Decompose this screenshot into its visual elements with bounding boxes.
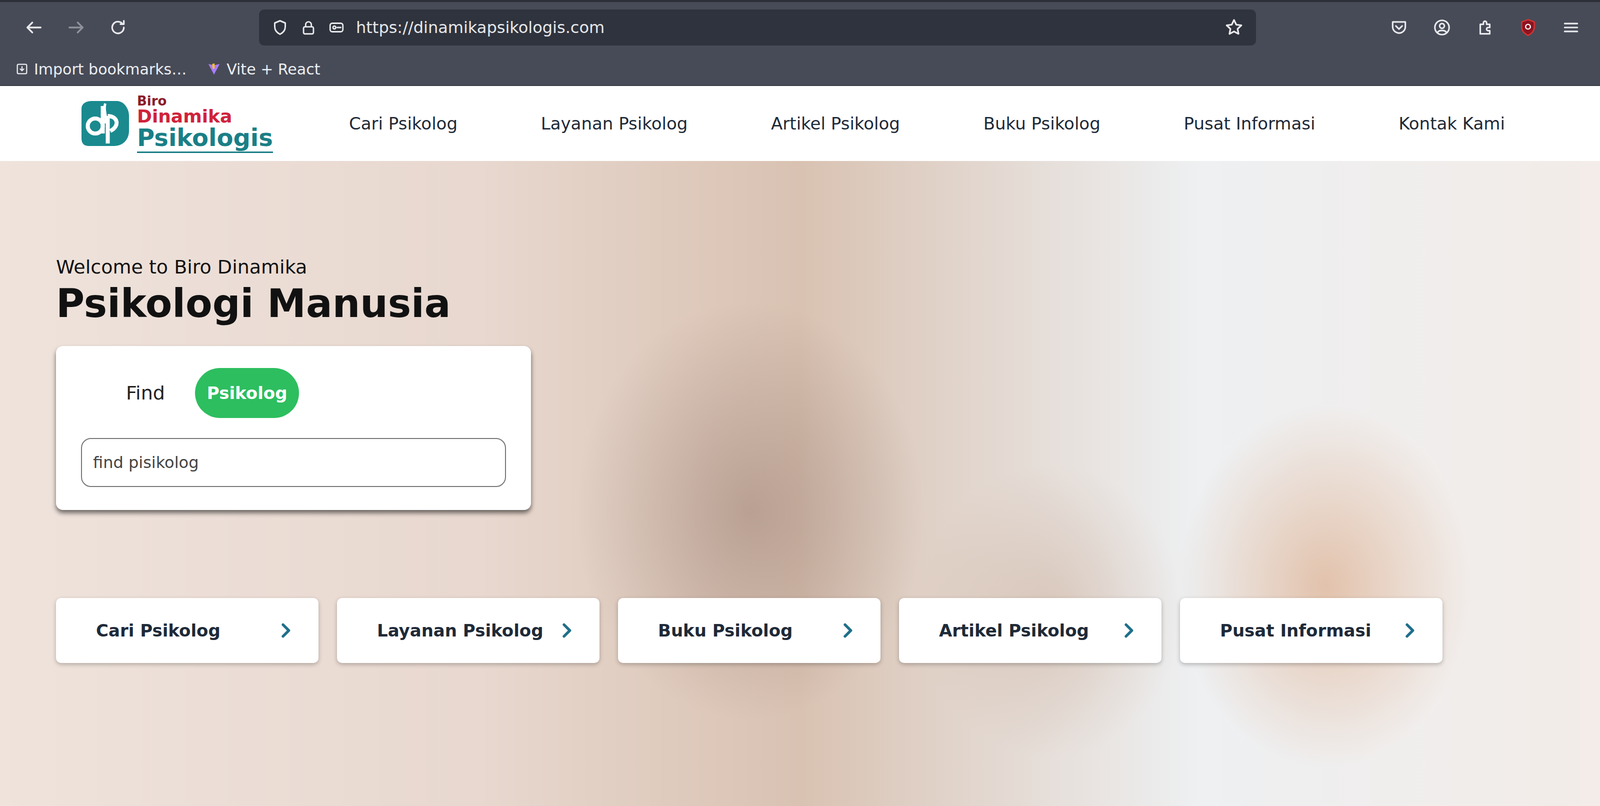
chevron-right-icon [1118, 620, 1139, 641]
logo-line: Biro [137, 94, 273, 108]
nav-item[interactable]: Pusat Informasi [1183, 113, 1315, 134]
quick-link-card[interactable]: Buku Psikolog [618, 598, 881, 663]
lock-icon [300, 19, 317, 36]
account-icon[interactable] [1426, 11, 1458, 44]
extensions-icon[interactable] [1469, 11, 1501, 44]
psikolog-tab[interactable]: Psikolog [195, 368, 300, 418]
quick-link-card[interactable]: Pusat Informasi [1180, 598, 1443, 663]
nav-item[interactable]: Layanan Psikolog [541, 113, 688, 134]
nav-item[interactable]: Buku Psikolog [983, 113, 1101, 134]
main-nav: Cari Psikolog Layanan Psikolog Artikel Psi… [349, 113, 1505, 134]
shield-icon [271, 18, 289, 37]
find-label: Find [126, 382, 165, 404]
chevron-right-icon [1399, 620, 1420, 641]
back-icon[interactable] [24, 17, 44, 38]
url-text: https://dinamikapsikologis.com [356, 18, 1213, 37]
site-logo[interactable]: BiroDinamikaPsikologis [74, 93, 279, 154]
search-card: Find Psikolog [56, 346, 531, 510]
reload-button[interactable] [102, 11, 134, 44]
site-header: BiroDinamikaPsikologis Cari Psikolog Layan… [0, 86, 1600, 161]
quick-link-card[interactable]: Layanan Psikolog [337, 598, 600, 663]
ublock-icon[interactable] [1512, 11, 1544, 44]
logo-line: Dinamika [137, 107, 273, 126]
vite-icon [206, 61, 222, 77]
url-bar[interactable]: https://dinamikapsikologis.com [259, 9, 1256, 46]
forward-button[interactable] [60, 11, 92, 44]
chevron-right-icon [837, 620, 858, 641]
quick-link-card[interactable]: Cari Psikolog [56, 598, 319, 663]
menu-icon[interactable] [1555, 11, 1587, 44]
import-icon [15, 62, 29, 76]
site-info-icon [328, 19, 345, 36]
nav-item[interactable]: Kontak Kami [1398, 113, 1505, 134]
bookmarks-bar: Import bookmarks… Vite + React [0, 53, 1600, 86]
quick-link-card[interactable]: Artikel Psikolog [899, 598, 1162, 663]
search-input[interactable] [81, 438, 506, 487]
bookmark-star-icon[interactable] [1224, 17, 1244, 38]
hero-welcome: Welcome to Biro Dinamika [56, 256, 1544, 278]
pocket-icon[interactable] [1383, 11, 1415, 44]
hero-title: Psikologi Manusia [56, 281, 1544, 326]
chevron-right-icon [275, 620, 296, 641]
hero-section: Welcome to Biro Dinamika Psikologi Manusi… [0, 161, 1600, 806]
browser-toolbar: https://dinamikapsikologis.com [0, 0, 1600, 53]
bookmark-item[interactable]: Vite + React [206, 60, 320, 78]
nav-item[interactable]: Artikel Psikolog [771, 113, 900, 134]
logo-line: Psikologis [137, 125, 273, 153]
toolbar-icons [1383, 11, 1587, 44]
logo-mark-icon [74, 93, 134, 154]
quick-links: Cari Psikolog Layanan Psikolog Buku Psikol… [56, 598, 1544, 663]
nav-item[interactable]: Cari Psikolog [349, 113, 458, 134]
forward-icon[interactable] [66, 17, 86, 38]
reload-icon[interactable] [108, 17, 128, 38]
chevron-right-icon [556, 620, 577, 641]
back-button[interactable] [18, 11, 50, 44]
bookmark-item[interactable]: Import bookmarks… [15, 60, 187, 78]
